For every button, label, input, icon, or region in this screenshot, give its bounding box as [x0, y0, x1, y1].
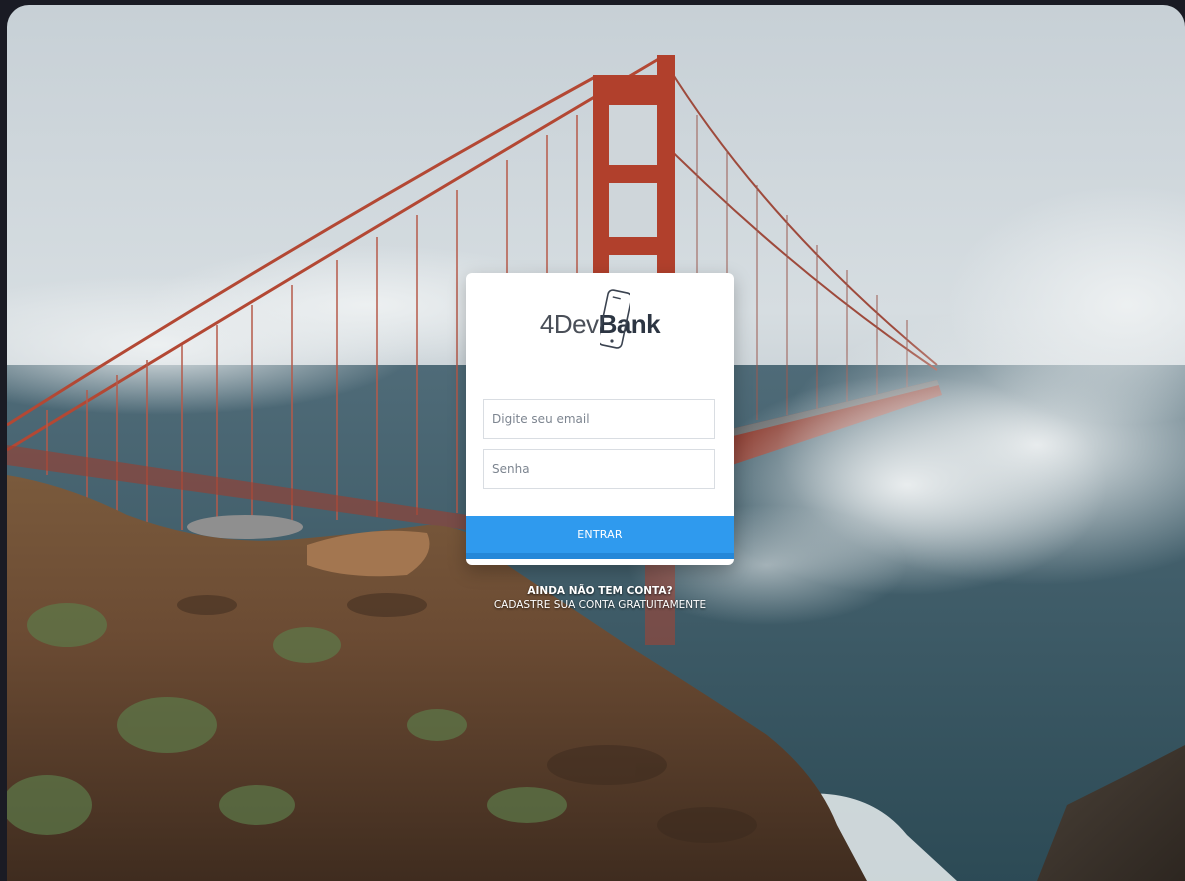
login-button[interactable]: ENTRAR	[466, 516, 734, 559]
signup-question: AINDA NÃO TEM CONTA?	[527, 585, 673, 597]
signup-link[interactable]: CADASTRE SUA CONTA GRATUITAMENTE	[466, 598, 734, 612]
login-card: 4DevBank ENTRAR	[466, 273, 734, 565]
signup-prompt: AINDA NÃO TEM CONTA? CADASTRE SUA CONTA …	[466, 584, 734, 612]
email-field[interactable]	[483, 399, 715, 439]
password-field[interactable]	[483, 449, 715, 489]
phone-icon	[599, 289, 630, 349]
app-window: 4DevBank ENTRAR AINDA NÃO TEM CONTA? CAD…	[7, 5, 1185, 881]
brand-prefix: 4Dev	[539, 309, 599, 339]
brand-logo: 4DevBank	[466, 289, 734, 361]
